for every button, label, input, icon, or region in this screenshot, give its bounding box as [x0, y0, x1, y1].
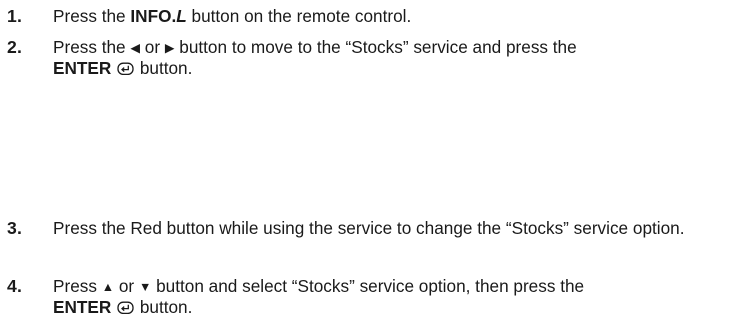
step-number: 1.	[7, 6, 23, 26]
info-button-label: INFO.	[130, 6, 177, 26]
step-text: Press the INFO.L button on the remote co…	[53, 6, 412, 26]
enter-button-label: ENTER	[53, 58, 112, 78]
arrow-up-icon: ▲	[101, 280, 115, 294]
step-number: 3.	[7, 218, 23, 238]
step-2: 2. Press the ◀ or ▶ button to move to th…	[7, 37, 729, 81]
step-1: 1. Press the INFO.L button on the remote…	[7, 6, 729, 27]
arrow-down-icon: ▼	[138, 280, 152, 294]
step-3: 3. Press the Red button while using the …	[7, 218, 729, 239]
step-number: 4.	[7, 276, 23, 296]
step-text: Press the ◀ or ▶ button to move to the “…	[53, 37, 729, 81]
step-number: 2.	[7, 37, 23, 57]
enter-button-label: ENTER	[53, 297, 112, 317]
enter-icon	[117, 299, 134, 320]
arrow-left-icon: ◀	[130, 41, 141, 55]
step-4: 4. Press ▲ or ▼ button and select “Stock…	[7, 276, 729, 320]
enter-icon	[117, 60, 134, 81]
step-text: Press the Red button while using the ser…	[53, 218, 685, 238]
step-text: Press ▲ or ▼ button and select “Stocks” …	[53, 276, 729, 320]
